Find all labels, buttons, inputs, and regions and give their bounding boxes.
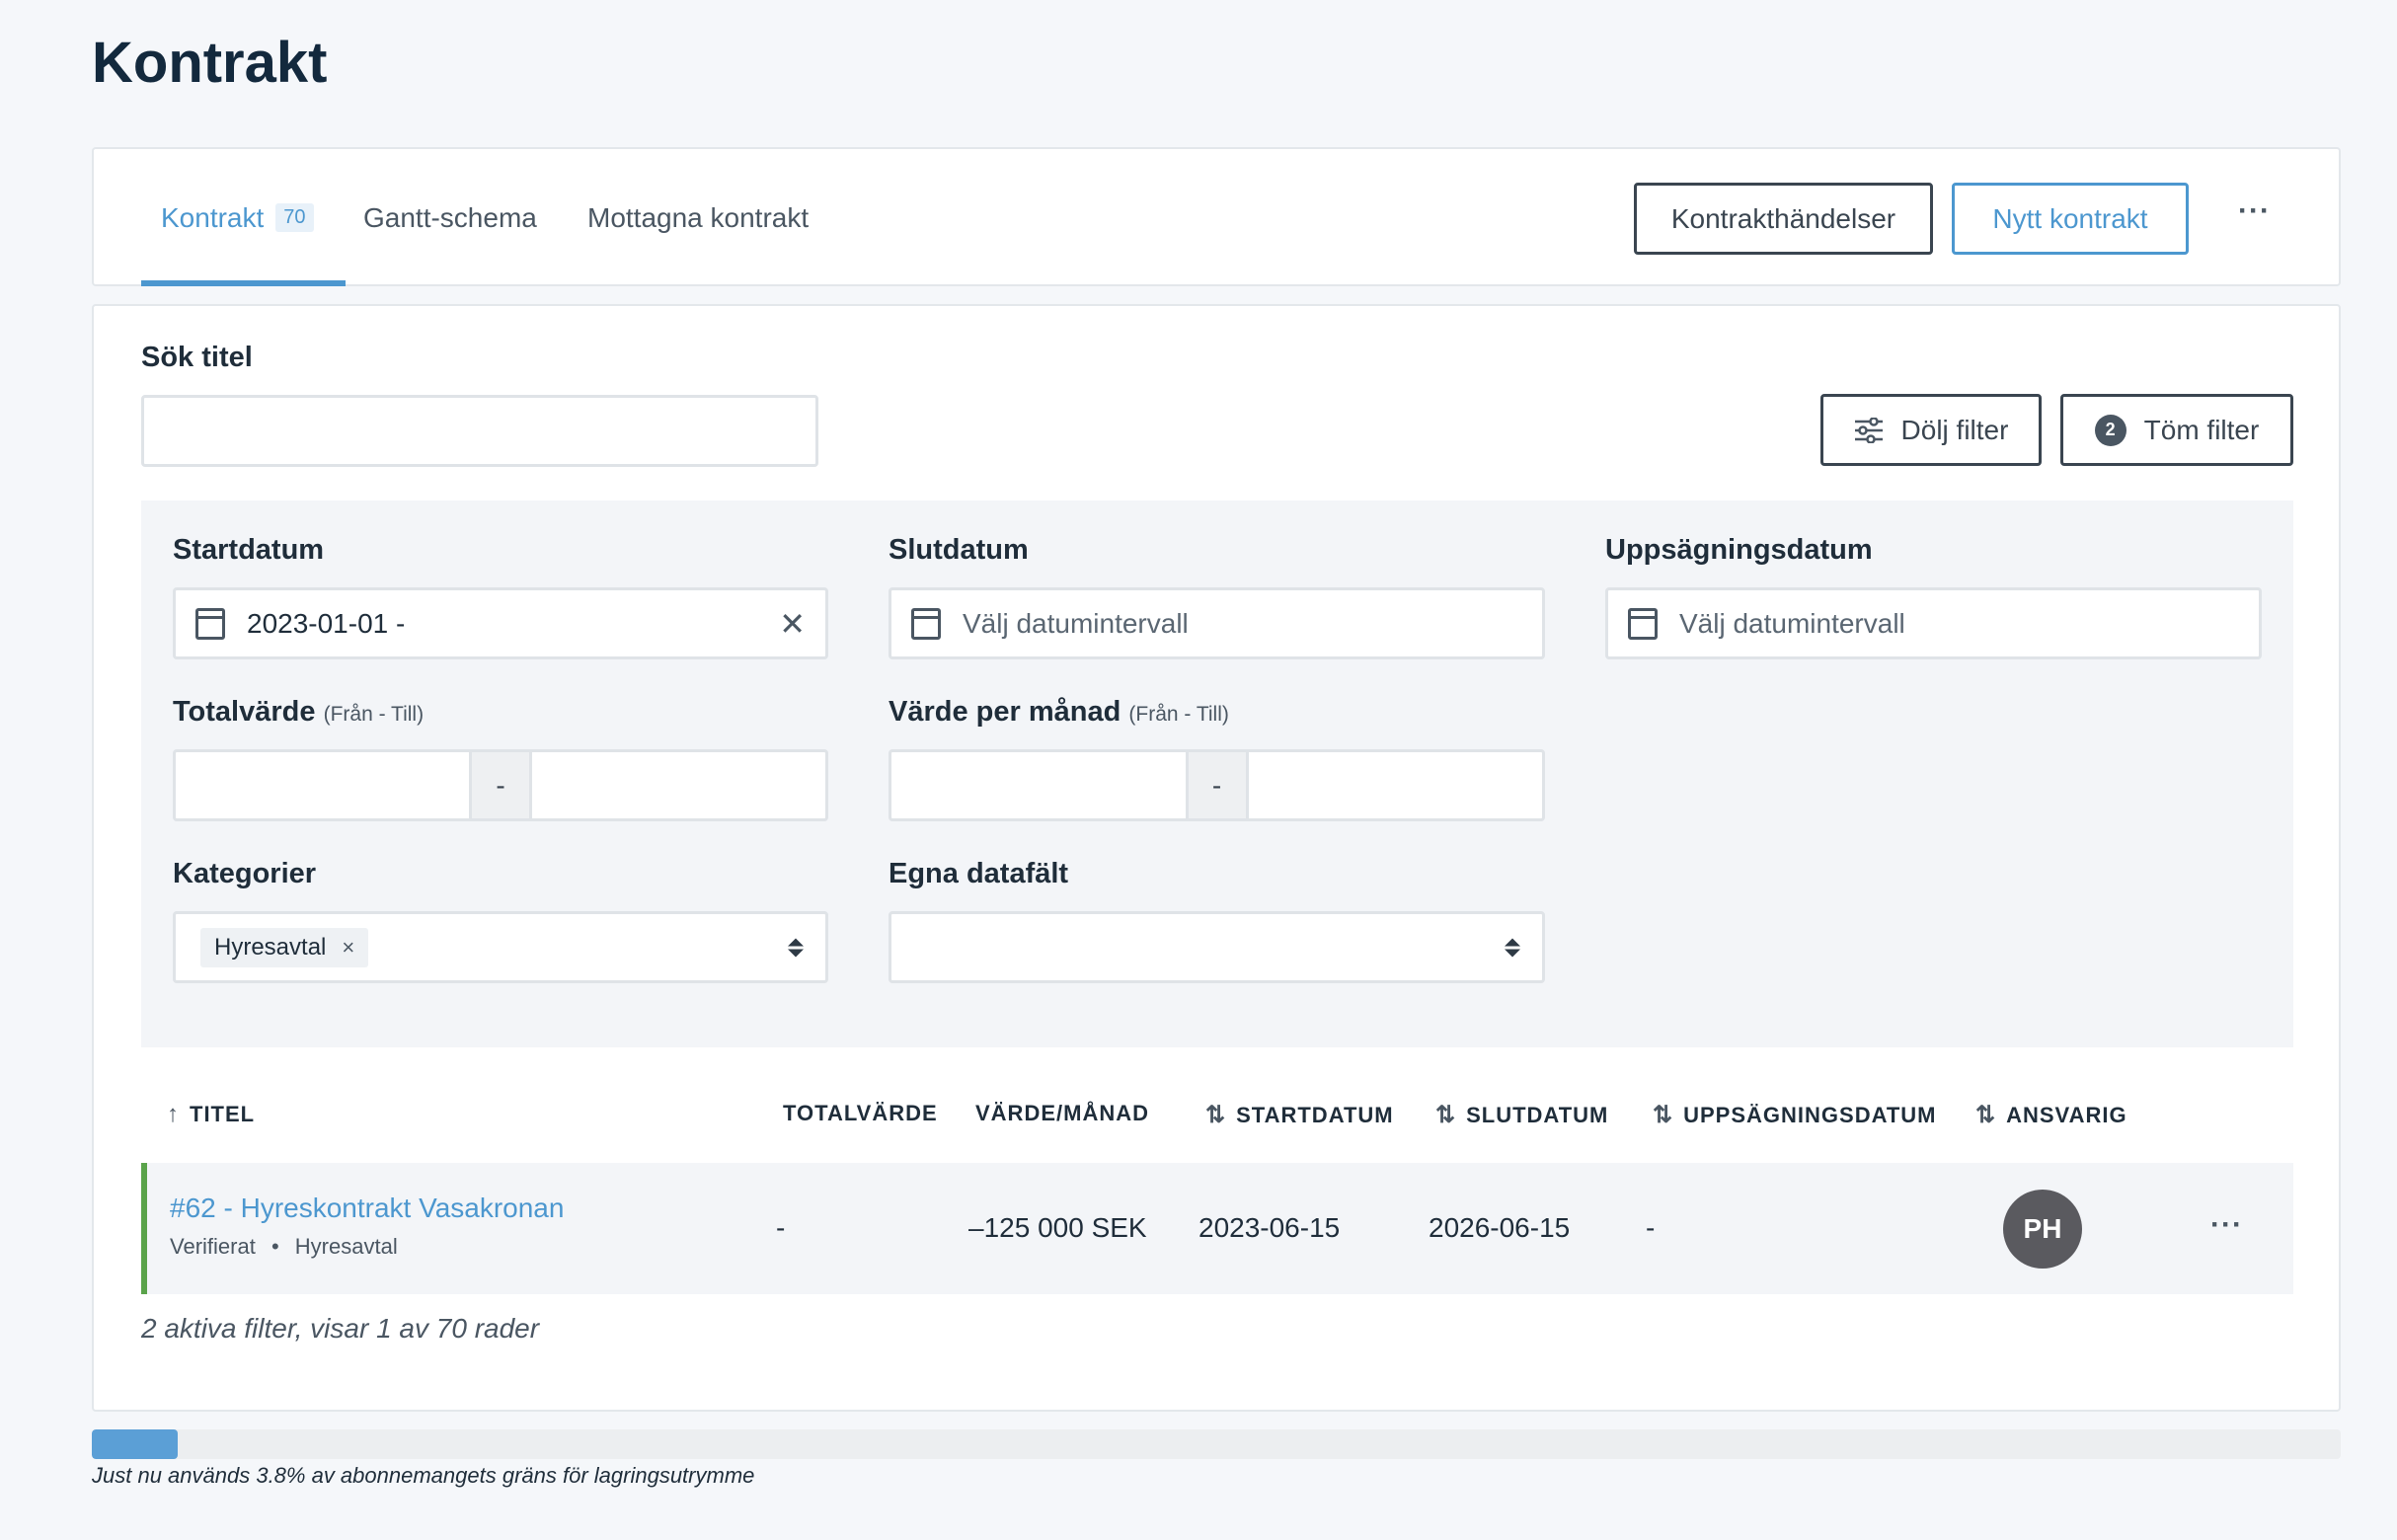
- sort-icon: ⇅: [1975, 1102, 1997, 1128]
- tab-label: Mottagna kontrakt: [587, 201, 810, 233]
- monthly-value-hint: (Från - Till): [1128, 703, 1229, 726]
- column-header-start[interactable]: ⇅ STARTDATUM: [1205, 1101, 1394, 1129]
- clear-filter-button[interactable]: 2 Töm filter: [2060, 394, 2293, 466]
- remove-tag-icon[interactable]: ×: [342, 935, 354, 961]
- total-value-to-input[interactable]: [532, 752, 825, 818]
- contract-category: Hyresavtal: [294, 1234, 398, 1259]
- avatar[interactable]: PH: [2003, 1190, 2082, 1269]
- more-options-icon[interactable]: ···: [2238, 194, 2271, 228]
- category-tag-label: Hyresavtal: [214, 933, 327, 961]
- column-header-label: STARTDATUM: [1236, 1102, 1394, 1127]
- sort-asc-icon: ↑: [167, 1101, 180, 1127]
- tab-kontrakt[interactable]: Kontrakt 70: [161, 149, 314, 286]
- column-header-label: SLUTDATUM: [1466, 1102, 1609, 1127]
- row-more-icon[interactable]: ···: [2210, 1208, 2243, 1242]
- end-date-label: Slutdatum: [889, 534, 1029, 566]
- contract-meta: Verifierat • Hyresavtal: [170, 1234, 564, 1260]
- end-date-cell: 2026-06-15: [1429, 1212, 1571, 1243]
- storage-progress-fill: [92, 1429, 178, 1459]
- tab-count-badge: 70: [275, 203, 314, 232]
- start-date-cell: 2023-06-15: [1198, 1212, 1341, 1243]
- tabs-bar: Kontrakt 70 Gantt-schema Mottagna kontra…: [92, 147, 2341, 286]
- select-arrows-icon: [1505, 938, 1520, 957]
- column-header-monthly: VÄRDE/MÅNAD: [975, 1101, 1149, 1125]
- monthly-value-cell: –125 000 SEK: [968, 1212, 1147, 1243]
- monthly-value-label: Värde per månad (Från - Till): [889, 696, 1229, 729]
- clear-date-icon[interactable]: ✕: [779, 605, 806, 643]
- column-header-label: ANSVARIG: [2006, 1102, 2127, 1127]
- sort-icon: ⇅: [1653, 1102, 1674, 1128]
- sort-icon: ⇅: [1435, 1102, 1457, 1128]
- termination-date-range-input[interactable]: Välj datumintervall: [1605, 587, 2262, 659]
- total-value-cell: -: [776, 1212, 786, 1243]
- new-contract-button[interactable]: Nytt kontrakt: [1952, 183, 2189, 255]
- column-header-total: TOTALVÄRDE: [783, 1101, 938, 1125]
- column-header-label: TITEL: [190, 1102, 256, 1126]
- custom-fields-select[interactable]: [889, 911, 1545, 983]
- range-separator: -: [1185, 752, 1249, 818]
- separator-dot: •: [271, 1234, 279, 1259]
- end-date-placeholder: Välj datumintervall: [963, 607, 1189, 639]
- contracts-panel: Sök titel Dölj filter 2 Töm filter Start…: [92, 304, 2341, 1412]
- contract-title-link[interactable]: #62 - Hyreskontrakt Vasakronan: [170, 1193, 564, 1224]
- hide-filter-label: Dölj filter: [1900, 414, 2009, 445]
- column-header-owner[interactable]: ⇅ ANSVARIG: [1975, 1101, 2127, 1129]
- table-row[interactable]: #62 - Hyreskontrakt Vasakronan Verifiera…: [141, 1163, 2293, 1294]
- sliders-icon: [1854, 417, 1883, 443]
- monthly-value-range: -: [889, 749, 1545, 821]
- clear-filter-label: Töm filter: [2143, 414, 2260, 445]
- start-date-value: 2023-01-01 -: [247, 607, 406, 639]
- calendar-icon: [1628, 607, 1658, 640]
- monthly-value-from-input[interactable]: [891, 752, 1186, 818]
- storage-progress-bar: [92, 1429, 2341, 1459]
- termination-date-label: Uppsägningsdatum: [1605, 534, 1873, 566]
- start-date-label: Startdatum: [173, 534, 325, 566]
- total-value-range: -: [173, 749, 828, 821]
- calendar-icon: [911, 607, 941, 640]
- search-title-input[interactable]: [141, 395, 818, 467]
- calendar-icon: [195, 607, 225, 640]
- categories-select[interactable]: Hyresavtal ×: [173, 911, 828, 983]
- select-arrows-icon: [788, 938, 804, 957]
- tab-label: Kontrakt: [161, 201, 265, 233]
- total-value-from-input[interactable]: [176, 752, 469, 818]
- termination-date-placeholder: Välj datumintervall: [1679, 607, 1905, 639]
- total-value-label-text: Totalvärde: [173, 696, 316, 728]
- monthly-value-to-input[interactable]: [1248, 752, 1542, 818]
- range-separator: -: [469, 752, 532, 818]
- active-tab-indicator: [141, 280, 346, 286]
- monthly-value-label-text: Värde per månad: [889, 696, 1121, 728]
- sort-icon: ⇅: [1205, 1102, 1227, 1128]
- search-label: Sök titel: [141, 342, 253, 373]
- termination-date-cell: -: [1646, 1212, 1656, 1243]
- table-footer-summary: 2 aktiva filter, visar 1 av 70 rader: [141, 1313, 540, 1344]
- tab-label: Gantt-schema: [363, 201, 537, 233]
- column-header-end[interactable]: ⇅ SLUTDATUM: [1435, 1101, 1608, 1129]
- contract-events-button[interactable]: Kontrakthändelser: [1634, 183, 1933, 255]
- total-value-label: Totalvärde (Från - Till): [173, 696, 424, 729]
- column-header-termination[interactable]: ⇅ UPPSÄGNINGSDATUM: [1653, 1101, 1937, 1129]
- active-filter-count-badge: 2: [2094, 414, 2126, 446]
- column-header-label: UPPSÄGNINGSDATUM: [1683, 1102, 1937, 1127]
- contract-status: Verifierat: [170, 1234, 256, 1259]
- page-title: Kontrakt: [92, 31, 328, 95]
- categories-label: Kategorier: [173, 858, 317, 889]
- contract-title-cell: #62 - Hyreskontrakt Vasakronan Verifiera…: [170, 1193, 564, 1260]
- tab-gantt[interactable]: Gantt-schema: [363, 149, 537, 286]
- filter-panel: Startdatum 2023-01-01 - ✕ Slutdatum Välj…: [141, 500, 2293, 1047]
- hide-filter-button[interactable]: Dölj filter: [1820, 394, 2042, 466]
- tab-received-contracts[interactable]: Mottagna kontrakt: [587, 149, 809, 286]
- custom-fields-label: Egna datafält: [889, 858, 1069, 889]
- total-value-hint: (Från - Till): [323, 703, 425, 726]
- end-date-range-input[interactable]: Välj datumintervall: [889, 587, 1545, 659]
- storage-usage-text: Just nu används 3.8% av abonnemangets gr…: [92, 1463, 755, 1488]
- category-tag: Hyresavtal ×: [200, 927, 369, 967]
- start-date-range-input[interactable]: 2023-01-01 - ✕: [173, 587, 828, 659]
- column-header-title[interactable]: ↑ TITEL: [167, 1101, 255, 1128]
